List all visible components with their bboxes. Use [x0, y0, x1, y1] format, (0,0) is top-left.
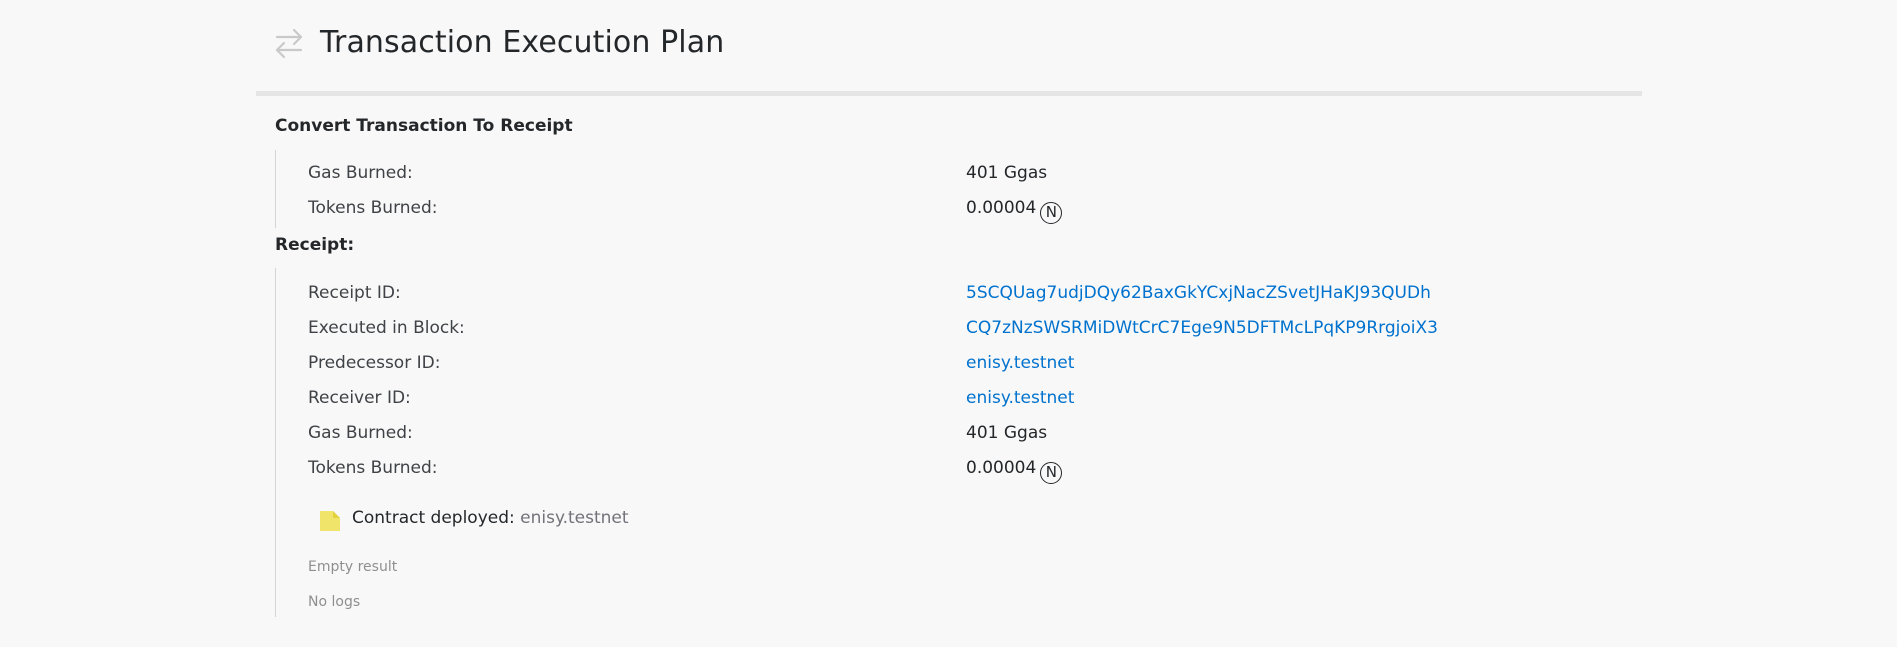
predecessor-id-row: Predecessor ID: enisy.testnet — [308, 353, 1508, 377]
tokens-amount: 0.00004 — [966, 458, 1037, 478]
logs-text: No logs — [308, 594, 361, 610]
transfer-arrows-icon — [275, 28, 303, 59]
receipt-section-title: Receipt: — [275, 235, 355, 255]
page-header: Transaction Execution Plan — [256, 18, 1642, 96]
page: Transaction Execution Plan Convert Trans… — [0, 0, 1897, 647]
tokens-amount: 0.00004 — [966, 198, 1037, 218]
row-label: Receiver ID: — [308, 388, 411, 408]
file-icon — [320, 511, 340, 531]
gas-burned-value: 401 Ggas — [966, 423, 1048, 443]
convert-tokens-burned-row: Tokens Burned: 0.00004 N — [308, 198, 1508, 224]
predecessor-account-link[interactable]: enisy.testnet — [966, 353, 1074, 373]
row-label: Gas Burned: — [308, 163, 413, 183]
convert-gas-burned-row: Gas Burned: 401 Ggas — [308, 163, 1508, 187]
row-label: Tokens Burned: — [308, 198, 438, 218]
row-label: Predecessor ID: — [308, 353, 441, 373]
page-title: Transaction Execution Plan — [320, 25, 725, 60]
row-label: Tokens Burned: — [308, 458, 438, 478]
receiver-account-link[interactable]: enisy.testnet — [966, 388, 1074, 408]
row-label: Executed in Block: — [308, 318, 465, 338]
convert-section-block: Gas Burned: 401 Ggas Tokens Burned: 0.00… — [275, 150, 1063, 228]
near-token-icon: N — [1040, 202, 1063, 224]
result-text: Empty result — [308, 559, 398, 575]
receipt-id-row: Receipt ID: 5SCQUag7udjDQy62BaxGkYCxjNac… — [308, 283, 1508, 307]
receipt-gas-burned-row: Gas Burned: 401 Ggas — [308, 423, 1508, 447]
executed-block-row: Executed in Block: CQ7zNzSWSRMiDWtCrC7Eg… — [308, 318, 1508, 342]
near-token-icon: N — [1040, 462, 1063, 484]
action-account: enisy.testnet — [520, 508, 629, 528]
receiver-id-row: Receiver ID: enisy.testnet — [308, 388, 1508, 412]
row-label: Gas Burned: — [308, 423, 413, 443]
receipt-section-block: Receipt ID: 5SCQUag7udjDQy62BaxGkYCxjNac… — [275, 268, 1438, 617]
tokens-burned-value: 0.00004 N — [966, 198, 1063, 224]
header-divider — [256, 91, 1642, 96]
action-label: Contract deployed: — [352, 508, 515, 528]
receipt-tokens-burned-row: Tokens Burned: 0.00004 N — [308, 458, 1508, 484]
block-hash-link[interactable]: CQ7zNzSWSRMiDWtCrC7Ege9N5DFTMcLPqKP9Rrgj… — [966, 318, 1438, 338]
receipt-id-link[interactable]: 5SCQUag7udjDQy62BaxGkYCxjNacZSvetJHaKJ93… — [966, 283, 1431, 303]
row-label: Receipt ID: — [308, 283, 401, 303]
convert-section-title: Convert Transaction To Receipt — [275, 116, 573, 136]
tokens-burned-value: 0.00004 N — [966, 458, 1063, 484]
gas-burned-value: 401 Ggas — [966, 163, 1048, 183]
action-text: Contract deployed: enisy.testnet — [352, 508, 629, 528]
